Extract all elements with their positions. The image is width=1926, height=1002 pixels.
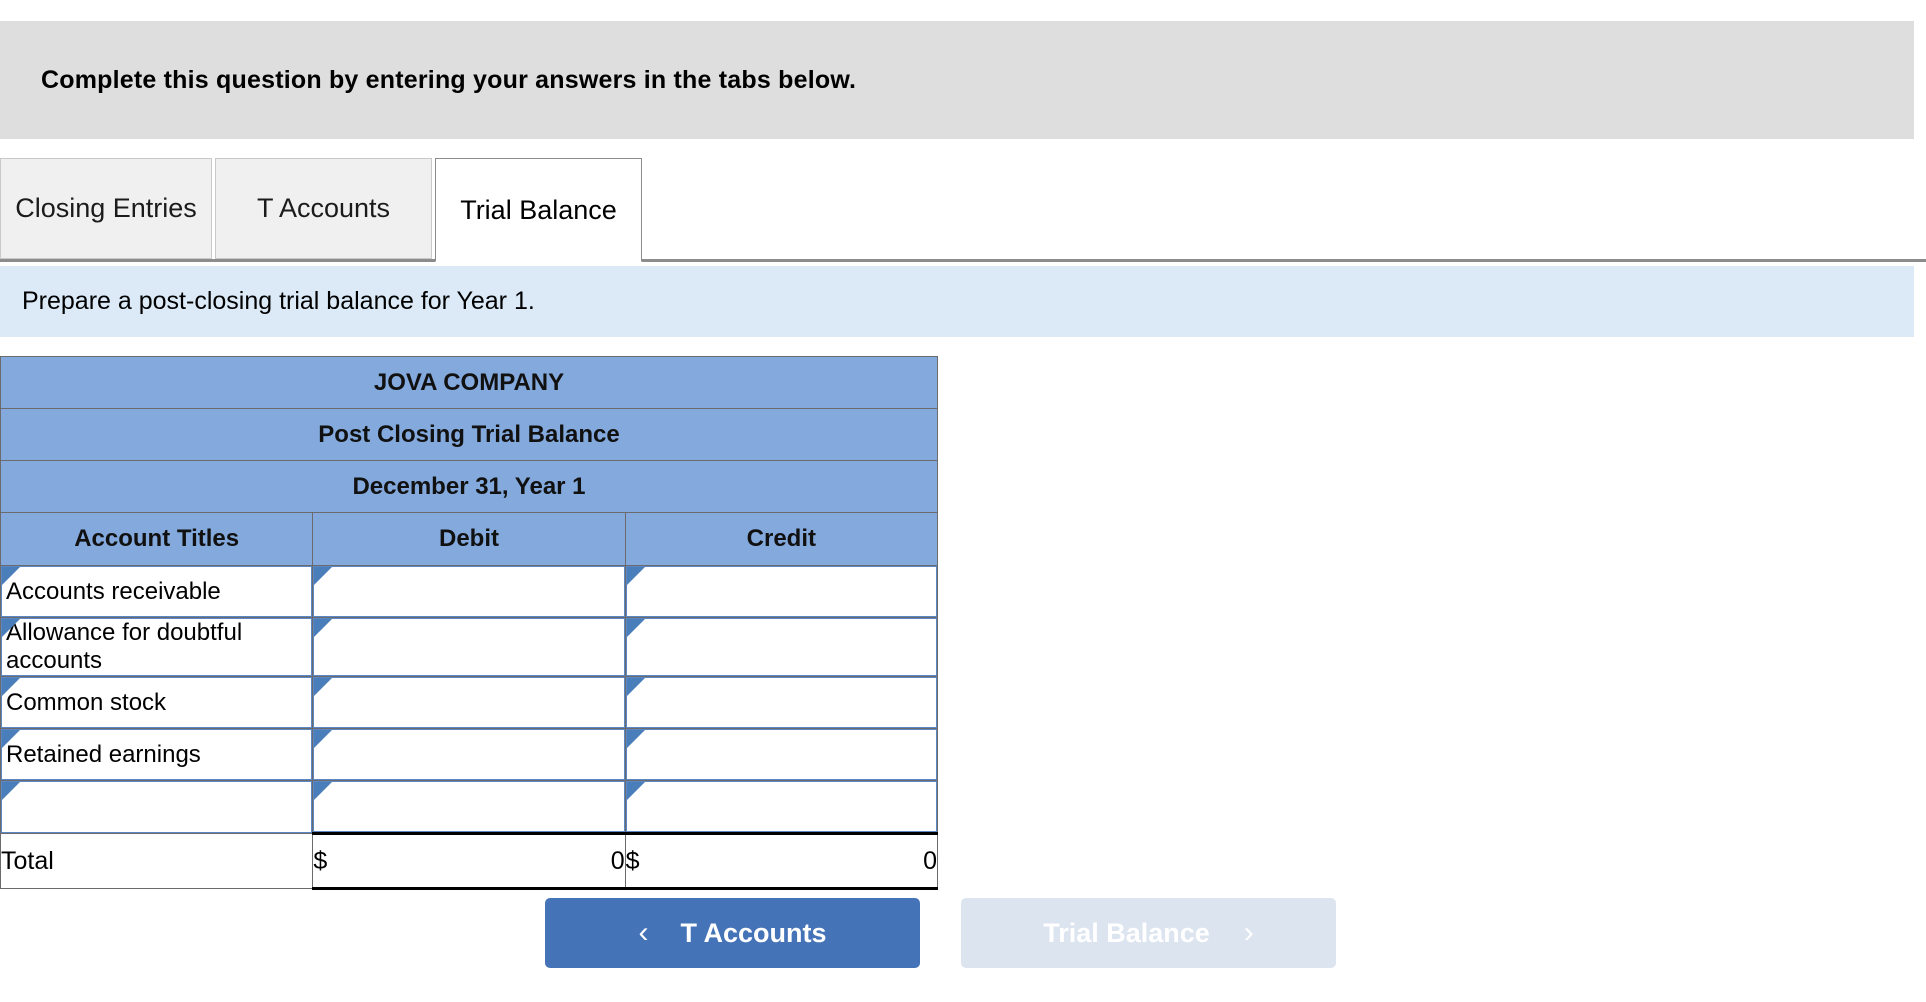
account-title-cell-2[interactable]: Common stock bbox=[0, 676, 314, 729]
total-label-cell: Total bbox=[0, 833, 314, 889]
total-debit-value: 0 bbox=[610, 846, 625, 875]
tab-bar: Closing Entries T Accounts Trial Balance bbox=[0, 158, 1926, 263]
table-title-row-company: JOVA COMPANY bbox=[0, 356, 938, 409]
next-button-label: Trial Balance bbox=[1043, 917, 1210, 948]
table-row: Allowance for doubtful accounts bbox=[0, 617, 939, 677]
statement-name-cell: Post Closing Trial Balance bbox=[0, 408, 938, 461]
credit-cell-0[interactable] bbox=[624, 565, 939, 618]
account-title-input-3[interactable]: Retained earnings bbox=[1, 729, 313, 780]
credit-cell-4[interactable] bbox=[624, 780, 939, 834]
total-row: Total $ 0 $ 0 bbox=[0, 832, 939, 890]
credit-input-3[interactable] bbox=[625, 729, 937, 780]
credit-input-2[interactable] bbox=[625, 677, 937, 728]
column-header-credit: Credit bbox=[624, 512, 939, 566]
table-row bbox=[0, 780, 939, 834]
credit-cell-2[interactable] bbox=[624, 676, 939, 729]
column-header-account-titles: Account Titles bbox=[0, 512, 314, 566]
tab-trial-balance-label: Trial Balance bbox=[460, 194, 617, 225]
prev-button-label: T Accounts bbox=[680, 917, 827, 948]
account-title-input-0[interactable]: Accounts receivable bbox=[1, 566, 313, 617]
account-title-cell-0[interactable]: Accounts receivable bbox=[0, 565, 314, 618]
total-credit-value: 0 bbox=[923, 846, 937, 875]
debit-cell-2[interactable] bbox=[312, 676, 626, 729]
tab-t-accounts-label: T Accounts bbox=[256, 193, 391, 223]
credit-input-1[interactable] bbox=[625, 618, 937, 676]
table-column-header-row: Account Titles Debit Credit bbox=[0, 512, 939, 566]
account-title-cell-1[interactable]: Allowance for doubtful accounts bbox=[0, 617, 314, 677]
table-title-row-statement: Post Closing Trial Balance bbox=[0, 408, 938, 461]
table-row: Retained earnings bbox=[0, 728, 939, 781]
account-title-input-4[interactable] bbox=[1, 781, 313, 833]
table-row: Common stock bbox=[0, 676, 939, 729]
company-name-cell: JOVA COMPANY bbox=[0, 356, 938, 409]
tab-trial-balance[interactable]: Trial Balance bbox=[435, 158, 642, 262]
instruction-banner-text: Complete this question by entering your … bbox=[41, 65, 857, 94]
chevron-right-icon: › bbox=[1243, 916, 1254, 949]
account-title-input-1[interactable]: Allowance for doubtful accounts bbox=[1, 618, 313, 676]
table-row: Accounts receivable bbox=[0, 565, 939, 618]
credit-input-0[interactable] bbox=[625, 566, 937, 617]
debit-input-0[interactable] bbox=[313, 566, 625, 617]
account-title-cell-4[interactable] bbox=[0, 780, 314, 834]
tab-closing-entries[interactable]: Closing Entries bbox=[0, 158, 212, 259]
total-debit-cell: $ 0 bbox=[312, 832, 626, 890]
task-prompt-text: Prepare a post-closing trial balance for… bbox=[22, 287, 535, 315]
credit-cell-1[interactable] bbox=[624, 617, 939, 677]
total-credit-currency: $ bbox=[625, 846, 640, 875]
credit-cell-3[interactable] bbox=[624, 728, 939, 781]
account-title-input-2[interactable]: Common stock bbox=[1, 677, 313, 728]
trial-balance-table: JOVA COMPANY Post Closing Trial Balance … bbox=[0, 356, 939, 890]
debit-cell-3[interactable] bbox=[312, 728, 626, 781]
debit-input-1[interactable] bbox=[313, 618, 625, 676]
total-debit-currency: $ bbox=[313, 846, 328, 875]
account-title-cell-3[interactable]: Retained earnings bbox=[0, 728, 314, 781]
instruction-banner: Complete this question by entering your … bbox=[0, 21, 1914, 139]
column-header-debit: Debit bbox=[312, 512, 626, 566]
trial-balance-table-wrapper: JOVA COMPANY Post Closing Trial Balance … bbox=[0, 356, 940, 890]
statement-date-cell: December 31, Year 1 bbox=[0, 460, 938, 513]
debit-input-4[interactable] bbox=[313, 781, 625, 832]
tab-closing-entries-label: Closing Entries bbox=[15, 193, 197, 223]
debit-cell-1[interactable] bbox=[312, 617, 626, 677]
tab-t-accounts[interactable]: T Accounts bbox=[215, 158, 432, 259]
prev-t-accounts-button[interactable]: ‹ T Accounts bbox=[545, 898, 920, 968]
chevron-left-icon: ‹ bbox=[638, 916, 649, 949]
credit-input-4[interactable] bbox=[625, 781, 937, 832]
tab-bar-baseline bbox=[0, 259, 1926, 262]
total-credit-cell: $ 0 bbox=[624, 832, 939, 890]
debit-input-3[interactable] bbox=[313, 729, 625, 780]
debit-cell-4[interactable] bbox=[312, 780, 626, 834]
table-title-row-date: December 31, Year 1 bbox=[0, 460, 938, 513]
debit-input-2[interactable] bbox=[313, 677, 625, 728]
next-trial-balance-button[interactable]: Trial Balance › bbox=[961, 898, 1336, 968]
navigation-buttons: ‹ T Accounts Trial Balance › bbox=[0, 898, 1926, 973]
task-prompt-bar: Prepare a post-closing trial balance for… bbox=[0, 266, 1914, 337]
debit-cell-0[interactable] bbox=[312, 565, 626, 618]
